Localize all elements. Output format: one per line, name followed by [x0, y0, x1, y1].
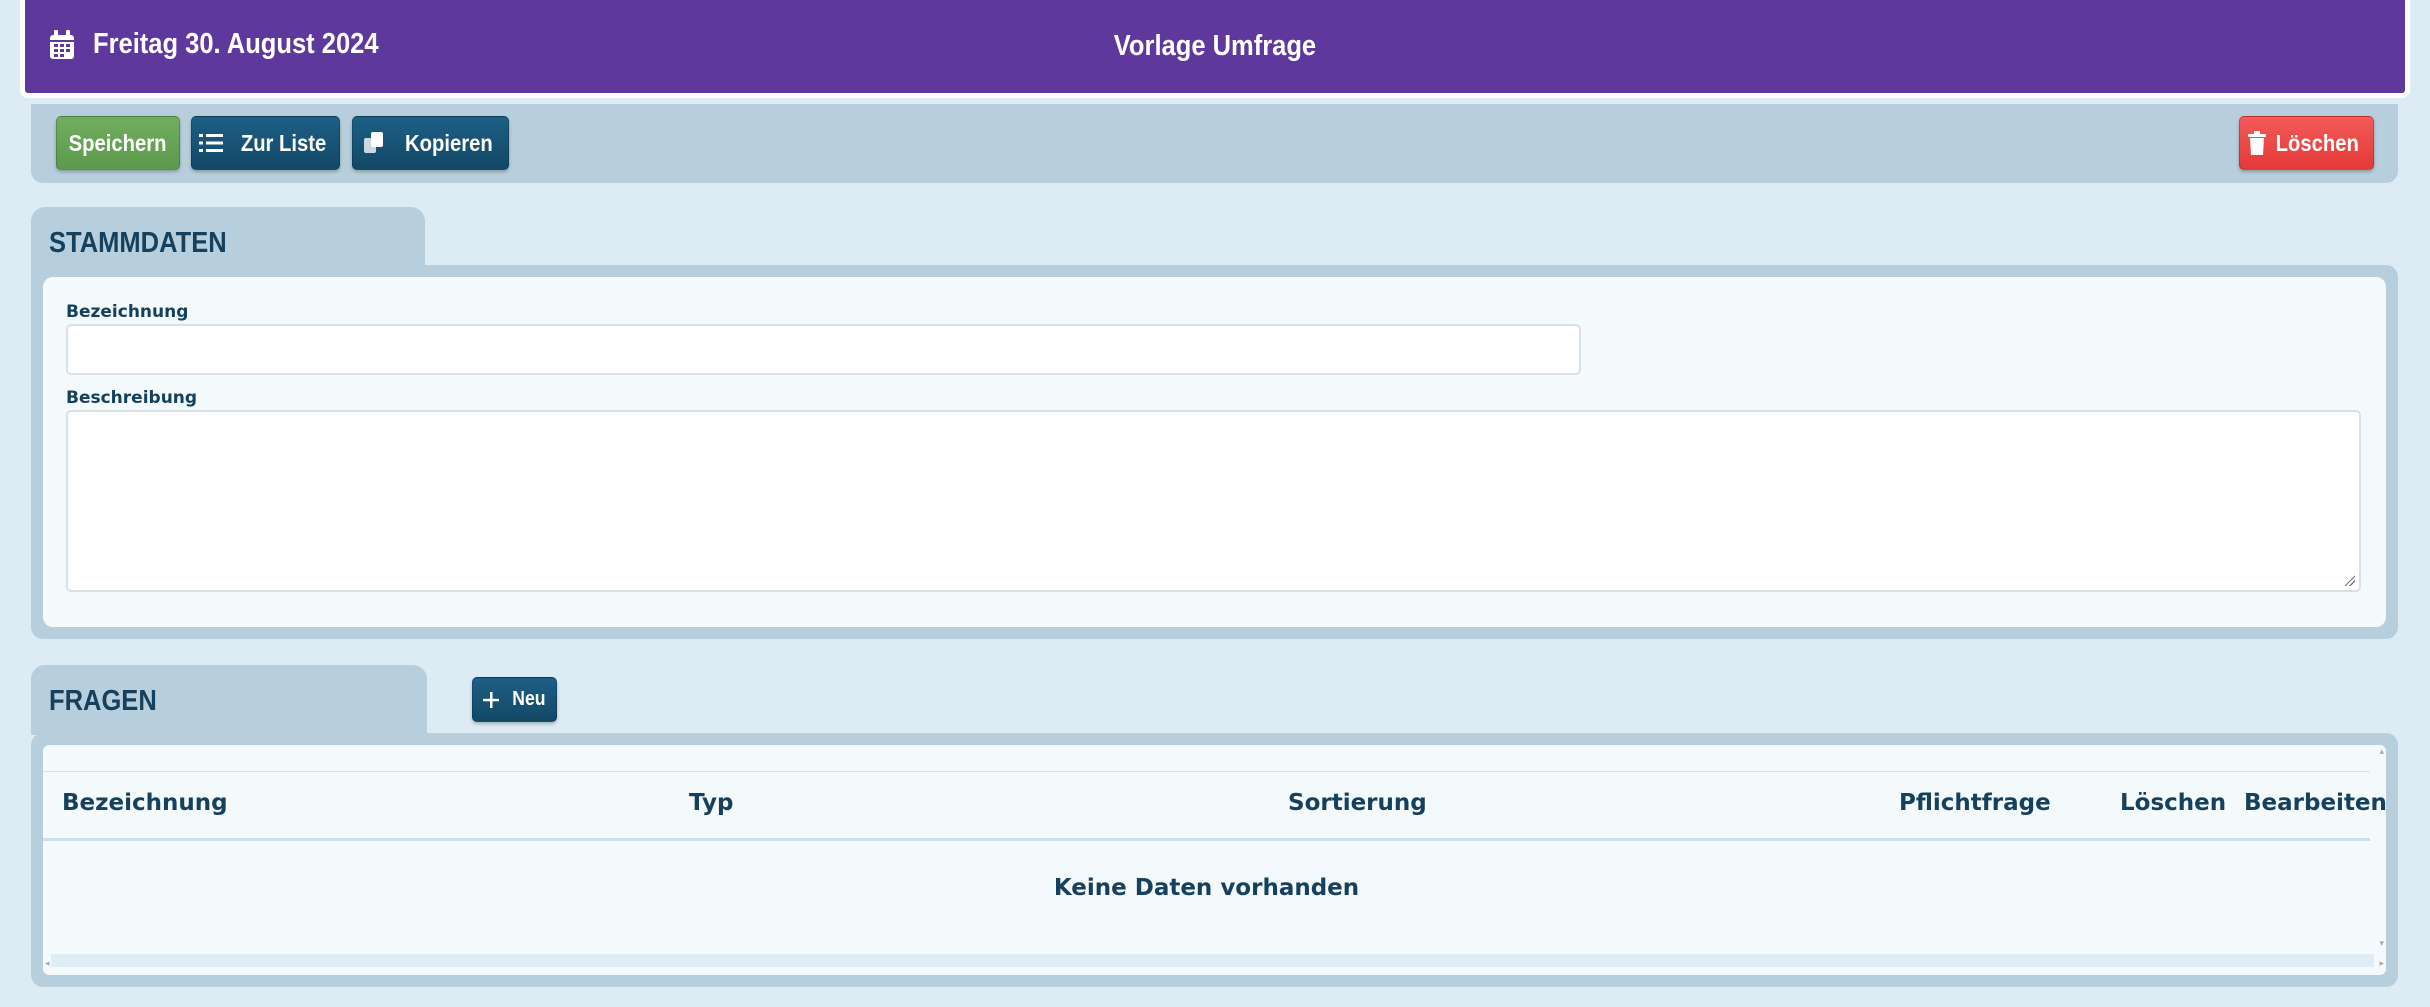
copy-icon [363, 132, 383, 153]
fragen-panel: Bezeichnung Typ Sortierung Pflichtfrage … [31, 733, 2398, 987]
delete-button[interactable]: Löschen [2239, 116, 2374, 170]
app-header: Freitag 30. August 2024 Vorlage Umfrage [20, 0, 2410, 98]
horizontal-scrollbar[interactable] [51, 954, 2374, 967]
scroll-right-arrow[interactable]: ▸ [2379, 959, 2384, 969]
toolbar: Speichern Zur Liste Kopieren Löschen [31, 104, 2398, 183]
fragen-table: Bezeichnung Typ Sortierung Pflichtfrage … [43, 745, 2387, 975]
list-icon [198, 134, 223, 152]
new-question-button[interactable]: Neu [472, 677, 557, 722]
bezeichnung-label: Bezeichnung [66, 302, 189, 322]
column-pflichtfrage[interactable]: Pflichtfrage [1899, 790, 2051, 816]
column-loeschen[interactable]: Löschen [2120, 790, 2226, 816]
save-button[interactable]: Speichern [56, 116, 180, 170]
stammdaten-form: Bezeichnung Beschreibung [43, 277, 2386, 627]
column-typ[interactable]: Typ [689, 790, 733, 816]
trash-icon [2248, 131, 2267, 155]
scroll-down-arrow[interactable]: ▾ [2379, 939, 2384, 949]
page-title: Vorlage Umfrage [1113, 30, 1317, 62]
scroll-left-arrow[interactable]: ◂ [45, 959, 50, 969]
tab-fragen: FRAGEN [31, 665, 427, 735]
list-button[interactable]: Zur Liste [191, 116, 340, 170]
copy-button[interactable]: Kopieren [352, 116, 509, 170]
resize-handle[interactable] [2343, 574, 2355, 586]
beschreibung-textarea[interactable] [66, 410, 2361, 592]
stammdaten-panel: Bezeichnung Beschreibung [31, 265, 2398, 639]
bezeichnung-input[interactable] [66, 324, 1581, 375]
plus-icon [482, 691, 499, 708]
empty-message: Keine Daten vorhanden [1053, 875, 1360, 901]
scroll-up-arrow[interactable]: ▴ [2379, 747, 2384, 757]
column-bezeichnung[interactable]: Bezeichnung [62, 790, 228, 816]
column-bearbeiten[interactable]: Bearbeiten [2244, 790, 2387, 816]
column-sortierung[interactable]: Sortierung [1288, 790, 1427, 816]
beschreibung-label: Beschreibung [66, 388, 198, 408]
table-header: Bezeichnung Typ Sortierung Pflichtfrage … [43, 771, 2387, 841]
